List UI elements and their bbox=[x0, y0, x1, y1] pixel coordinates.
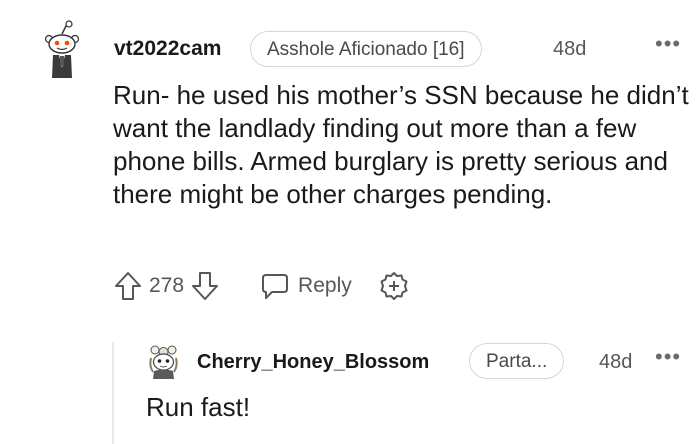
user-avatar-icon bbox=[149, 345, 178, 379]
snoo-avatar-icon bbox=[44, 20, 80, 78]
comment-body: Run- he used his mother’s SSN because he… bbox=[113, 79, 693, 211]
thread-line[interactable] bbox=[112, 342, 114, 444]
reply-user-flair: Parta... bbox=[469, 343, 565, 379]
award-icon[interactable] bbox=[378, 270, 410, 302]
downvote-icon[interactable] bbox=[190, 270, 220, 302]
vote-count: 278 bbox=[149, 274, 185, 297]
reply-username[interactable]: Cherry_Honey_Blossom bbox=[197, 350, 429, 374]
reply-age: 48d bbox=[599, 351, 633, 373]
comment-avatar[interactable] bbox=[37, 20, 87, 80]
comment-actions: 278 Reply bbox=[113, 268, 410, 304]
reply-icon bbox=[262, 274, 289, 299]
more-options-icon[interactable]: ••• bbox=[655, 33, 681, 55]
comment-text: Run- he used his mother’s SSN because he… bbox=[113, 80, 689, 209]
reply-avatar[interactable] bbox=[146, 344, 181, 380]
upvote-icon[interactable] bbox=[113, 270, 143, 302]
reply-text: Run fast! bbox=[146, 392, 251, 422]
reply-label: Reply bbox=[298, 274, 352, 297]
reply-button[interactable]: Reply bbox=[260, 271, 352, 301]
reply-more-options-icon[interactable]: ••• bbox=[655, 346, 681, 368]
user-flair: Asshole Aficionado [16] bbox=[250, 31, 482, 67]
comment-age: 48d bbox=[553, 38, 587, 60]
comment-username[interactable]: vt2022cam bbox=[114, 36, 221, 62]
